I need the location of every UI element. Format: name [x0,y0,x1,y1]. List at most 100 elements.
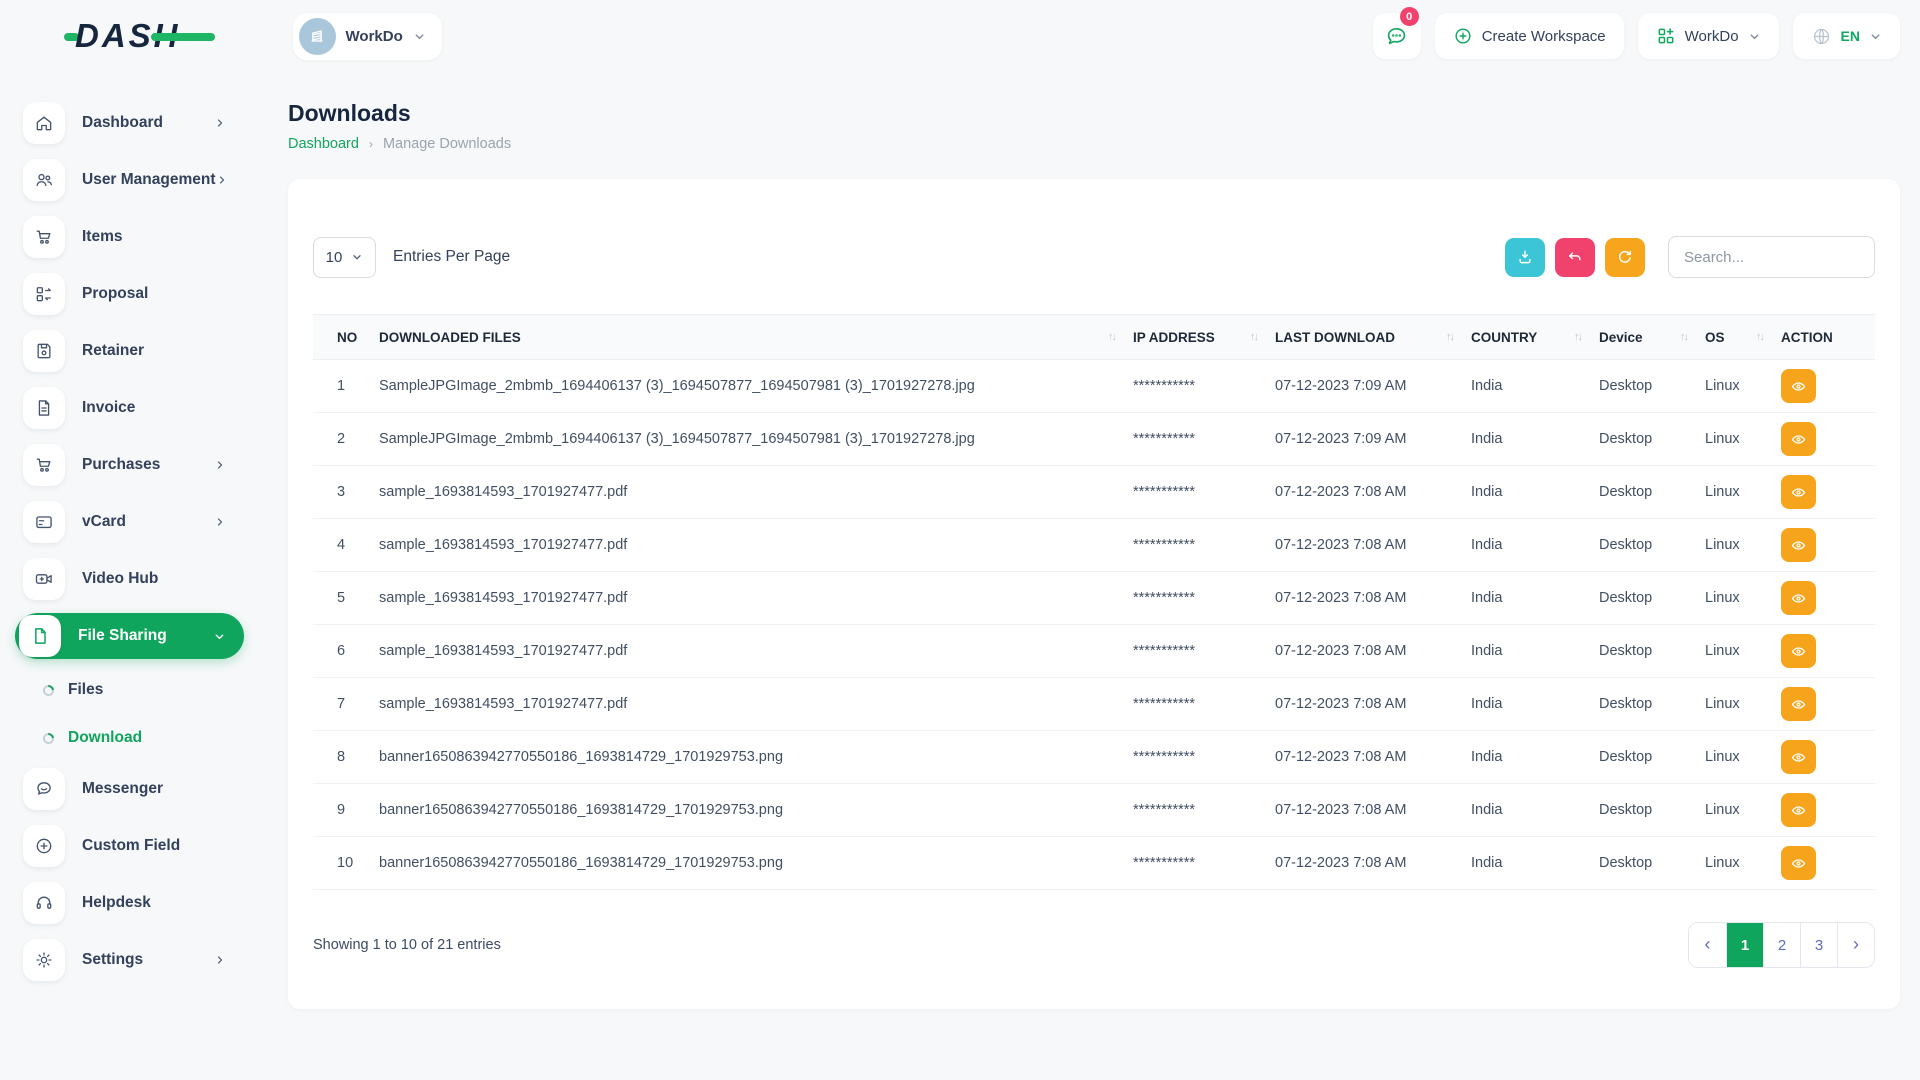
view-action-button[interactable] [1781,740,1816,774]
sidebar-item-video-hub[interactable]: Video Hub [15,556,244,602]
cell-country: India [1469,519,1597,572]
view-action-button[interactable] [1781,422,1816,456]
cell-file: SampleJPGImage_2mbmb_1694406137 (3)_1694… [377,413,1131,466]
chevron-down-icon [213,630,226,643]
eye-icon [1790,855,1807,872]
view-action-button[interactable] [1781,687,1816,721]
cell-device: Desktop [1597,572,1703,625]
cell-os: Linux [1703,837,1779,890]
sidebar-item-purchases[interactable]: Purchases [15,442,244,488]
pagination: ‹ 1 2 3 › [1688,922,1875,968]
cell-action [1779,572,1875,625]
cell-action [1779,466,1875,519]
table-row: 2SampleJPGImage_2mbmb_1694406137 (3)_169… [313,413,1875,466]
cell-action [1779,837,1875,890]
cell-country: India [1469,784,1597,837]
sidebar-subitem-files[interactable]: Files [43,670,244,710]
workspace-menu-button[interactable]: WorkDo [1638,13,1779,59]
view-action-button[interactable] [1781,846,1816,880]
cell-country: India [1469,466,1597,519]
cell-device: Desktop [1597,731,1703,784]
sidebar-item-file-sharing[interactable]: File Sharing [15,613,244,659]
sidebar-item-custom-field[interactable]: Custom Field [15,823,244,869]
breadcrumb-current: Manage Downloads [383,136,511,152]
cell-os: Linux [1703,466,1779,519]
sidebar-item-user-management[interactable]: User Management [15,157,244,203]
home-icon [23,102,65,144]
view-action-button[interactable] [1781,528,1816,562]
header-no[interactable]: NO [313,315,377,360]
chevron-right-icon [214,117,226,129]
view-action-button[interactable] [1781,475,1816,509]
cell-country: India [1469,731,1597,784]
header-last-download[interactable]: LAST DOWNLOAD↑↓ [1273,315,1469,360]
undo-button[interactable] [1555,238,1595,277]
header-device[interactable]: Device↑↓ [1597,315,1703,360]
cell-action [1779,784,1875,837]
sort-icon: ↑↓ [1574,331,1587,343]
cell-device: Desktop [1597,413,1703,466]
sidebar-item-dashboard[interactable]: Dashboard [15,100,244,146]
cell-os: Linux [1703,519,1779,572]
cell-last-download: 07-12-2023 7:09 AM [1273,413,1469,466]
sidebar-item-invoice[interactable]: Invoice [15,385,244,431]
invoice-document-icon [23,387,65,429]
sidebar-item-messenger[interactable]: Messenger [15,766,244,812]
chevron-down-icon [351,251,363,263]
sidebar-item-settings[interactable]: Settings [15,937,244,983]
table-row: 3sample_1693814593_1701927477.pdf*******… [313,466,1875,519]
pagination-page-3[interactable]: 3 [1800,923,1837,967]
pagination-next-button[interactable]: › [1837,923,1874,967]
header-ip-address[interactable]: IP ADDRESS↑↓ [1131,315,1273,360]
download-icon [1516,248,1534,266]
sort-icon: ↑↓ [1108,331,1121,343]
view-action-button[interactable] [1781,369,1816,403]
sort-icon: ↑↓ [1756,331,1769,343]
view-action-button[interactable] [1781,581,1816,615]
bullet-icon [41,682,56,697]
sidebar-item-vcard[interactable]: vCard [15,499,244,545]
workspace-switcher[interactable]: WorkDo [293,13,442,60]
cell-ip: *********** [1131,360,1273,413]
cell-file: banner1650863942770550186_1693814729_170… [377,784,1131,837]
refresh-button[interactable] [1605,238,1645,277]
sidebar-item-items[interactable]: Items [15,214,244,260]
header-country[interactable]: COUNTRY↑↓ [1469,315,1597,360]
chat-bubble-icon [1384,24,1409,49]
cell-no: 9 [313,784,377,837]
cell-action [1779,413,1875,466]
messages-button[interactable]: 0 [1373,13,1421,59]
app-window: DASH WorkDo 0 [0,0,1920,1080]
pagination-prev-button[interactable]: ‹ [1689,923,1726,967]
cell-no: 10 [313,837,377,890]
cart-icon [23,216,65,258]
sidebar-subitem-download[interactable]: Download [43,718,244,758]
pagination-page-1[interactable]: 1 [1726,923,1763,967]
cell-device: Desktop [1597,360,1703,413]
sidebar-item-retainer[interactable]: Retainer [15,328,244,374]
search-input[interactable] [1668,236,1875,278]
cell-no: 3 [313,466,377,519]
cell-ip: *********** [1131,625,1273,678]
showing-entries-text: Showing 1 to 10 of 21 entries [313,937,501,953]
cell-last-download: 07-12-2023 7:08 AM [1273,837,1469,890]
entries-per-page-select[interactable]: 10 [313,237,376,278]
export-download-button[interactable] [1505,238,1545,277]
sidebar-item-helpdesk[interactable]: Helpdesk [15,880,244,926]
breadcrumb-dashboard-link[interactable]: Dashboard [288,136,359,152]
cell-os: Linux [1703,413,1779,466]
eye-icon [1790,484,1807,501]
cell-no: 4 [313,519,377,572]
topbar-actions: 0 Create Workspace WorkDo [1373,13,1900,59]
sidebar-item-proposal[interactable]: Proposal [15,271,244,317]
create-workspace-button[interactable]: Create Workspace [1435,13,1624,59]
view-action-button[interactable] [1781,634,1816,668]
main-content: Downloads Dashboard › Manage Downloads 1… [256,72,1920,1080]
pagination-page-2[interactable]: 2 [1763,923,1800,967]
header-downloaded-files[interactable]: DOWNLOADED FILES↑↓ [377,315,1131,360]
header-os[interactable]: OS↑↓ [1703,315,1779,360]
topbar: DASH WorkDo 0 [0,0,1920,72]
view-action-button[interactable] [1781,793,1816,827]
language-selector[interactable]: EN [1793,13,1900,59]
workspace-avatar-building-icon [299,18,336,55]
